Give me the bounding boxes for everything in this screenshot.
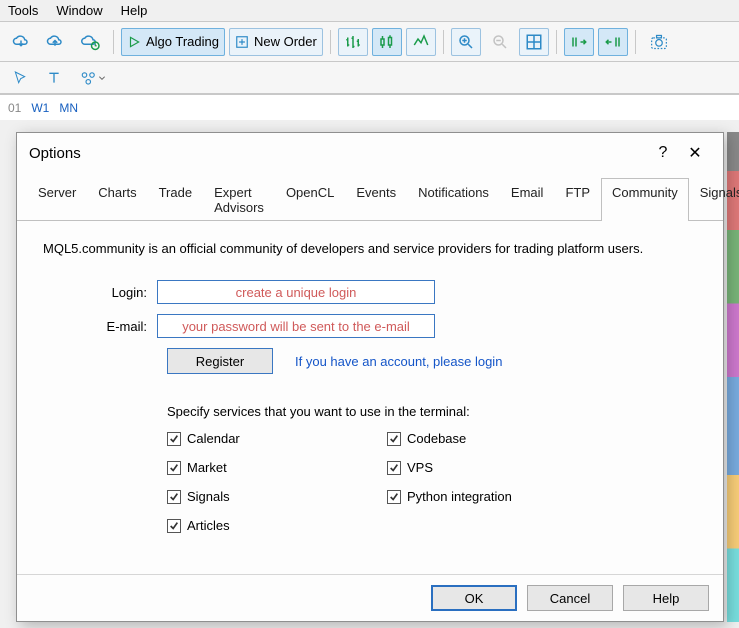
algo-trading-label: Algo Trading xyxy=(146,34,219,49)
cloud-up-icon[interactable] xyxy=(40,28,70,56)
check-icon xyxy=(167,519,181,533)
chart-bar-icon[interactable] xyxy=(338,28,368,56)
login-input[interactable] xyxy=(157,280,435,304)
services-label: Specify services that you want to use in… xyxy=(167,404,697,419)
checkbox-calendar-label: Calendar xyxy=(187,431,240,446)
checkbox-signals-label: Signals xyxy=(187,489,230,504)
login-link[interactable]: If you have an account, please login xyxy=(295,354,502,369)
chart-candle-icon[interactable] xyxy=(372,28,402,56)
shift-right-icon[interactable] xyxy=(564,28,594,56)
cursor-icon[interactable] xyxy=(6,64,34,92)
main-toolbar: Algo Trading New Order xyxy=(0,22,739,62)
plus-box-icon xyxy=(235,35,249,49)
secondary-toolbar xyxy=(0,62,739,94)
check-icon xyxy=(167,490,181,504)
check-icon xyxy=(387,432,401,446)
dialog-titlebar: Options ? ✕ xyxy=(17,133,723,171)
menu-help[interactable]: Help xyxy=(121,3,148,18)
chart-line-icon[interactable] xyxy=(406,28,436,56)
tab-expert-advisors[interactable]: Expert Advisors xyxy=(203,178,275,221)
tab-server[interactable]: Server xyxy=(27,178,87,221)
checkbox-market-label: Market xyxy=(187,460,227,475)
menubar: Tools Window Help xyxy=(0,0,739,22)
tf-w1[interactable]: W1 xyxy=(31,101,49,115)
zoom-in-icon[interactable] xyxy=(451,28,481,56)
tab-events[interactable]: Events xyxy=(345,178,407,221)
window-grid-icon[interactable] xyxy=(519,28,549,56)
check-icon xyxy=(387,490,401,504)
cloud-sync-icon[interactable] xyxy=(74,28,106,56)
menu-tools[interactable]: Tools xyxy=(8,3,38,18)
shift-left-icon[interactable] xyxy=(598,28,628,56)
tab-notifications[interactable]: Notifications xyxy=(407,178,500,221)
checkbox-vps-label: VPS xyxy=(407,460,433,475)
chevron-down-icon xyxy=(98,70,106,86)
check-icon xyxy=(167,461,181,475)
intro-text: MQL5.community is an official community … xyxy=(43,241,697,256)
checkbox-codebase[interactable]: Codebase xyxy=(387,431,607,446)
new-order-button[interactable]: New Order xyxy=(229,28,323,56)
check-icon xyxy=(167,432,181,446)
timeframe-bar: 01 W1 MN xyxy=(0,94,739,120)
checkbox-calendar[interactable]: Calendar xyxy=(167,431,387,446)
menu-window[interactable]: Window xyxy=(56,3,102,18)
new-order-label: New Order xyxy=(254,34,317,49)
tab-signals[interactable]: Signals xyxy=(689,178,739,221)
play-icon xyxy=(127,35,141,49)
checkbox-articles[interactable]: Articles xyxy=(167,518,387,533)
algo-trading-button[interactable]: Algo Trading xyxy=(121,28,225,56)
dialog-help-button[interactable]: ? xyxy=(647,141,679,165)
dialog-footer: OK Cancel Help xyxy=(17,574,723,621)
tab-community[interactable]: Community xyxy=(601,178,689,221)
tf-mn[interactable]: MN xyxy=(59,101,78,115)
email-input[interactable] xyxy=(157,314,435,338)
tab-trade[interactable]: Trade xyxy=(148,178,203,221)
checkbox-codebase-label: Codebase xyxy=(407,431,466,446)
tab-charts[interactable]: Charts xyxy=(87,178,147,221)
dialog-close-button[interactable]: ✕ xyxy=(679,141,711,165)
checkbox-signals[interactable]: Signals xyxy=(167,489,387,504)
checkbox-articles-label: Articles xyxy=(187,518,230,533)
options-dialog: Options ? ✕ Server Charts Trade Expert A… xyxy=(16,132,724,622)
tab-email[interactable]: Email xyxy=(500,178,555,221)
tab-ftp[interactable]: FTP xyxy=(554,178,601,221)
tf-01[interactable]: 01 xyxy=(8,101,21,115)
checkbox-market[interactable]: Market xyxy=(167,460,387,475)
register-button[interactable]: Register xyxy=(167,348,273,374)
checkbox-vps[interactable]: VPS xyxy=(387,460,607,475)
checkbox-python[interactable]: Python integration xyxy=(387,489,607,504)
dialog-body: MQL5.community is an official community … xyxy=(17,221,723,574)
ok-button[interactable]: OK xyxy=(431,585,517,611)
email-label: E-mail: xyxy=(43,319,157,334)
objects-icon[interactable] xyxy=(74,64,112,92)
help-button[interactable]: Help xyxy=(623,585,709,611)
camera-icon[interactable] xyxy=(643,28,675,56)
services-checkbox-grid: Calendar Codebase Market VPS Signals Pyt… xyxy=(167,431,697,533)
text-tool-icon[interactable] xyxy=(40,64,68,92)
cancel-button[interactable]: Cancel xyxy=(527,585,613,611)
dialog-tabs: Server Charts Trade Expert Advisors Open… xyxy=(17,171,723,221)
dialog-title: Options xyxy=(29,145,81,162)
tab-opencl[interactable]: OpenCL xyxy=(275,178,345,221)
cloud-down-icon[interactable] xyxy=(6,28,36,56)
checkbox-python-label: Python integration xyxy=(407,489,512,504)
check-icon xyxy=(387,461,401,475)
zoom-out-icon[interactable] xyxy=(485,28,515,56)
login-label: Login: xyxy=(43,285,157,300)
